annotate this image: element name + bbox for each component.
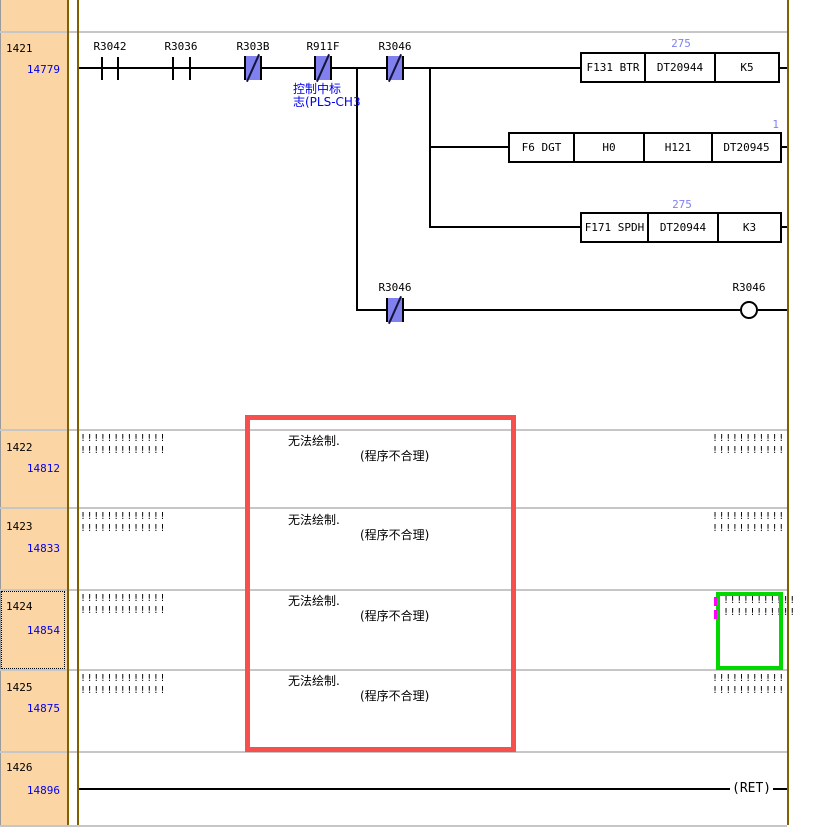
rung-number-1421[interactable]: 1421: [6, 42, 33, 55]
execution-count-badge: 1: [717, 118, 779, 131]
cursor-tick: [714, 597, 717, 606]
block-cell[interactable]: DT20945: [713, 134, 780, 161]
wire: [430, 226, 580, 228]
contact-bar: [117, 57, 119, 80]
block-cell[interactable]: H121: [645, 134, 713, 161]
exclamation-marks: !!!!!!!!!!!! !!!!!!!!!!!!: [712, 511, 791, 535]
contact-label: R3042: [82, 40, 138, 53]
step-number-14833: 14833: [0, 542, 60, 555]
ladder-editor-canvas: 1421 14779 1422 14812 1423 14833 1424 14…: [0, 0, 829, 831]
row-separator: [0, 825, 787, 827]
contact-label: R3046: [367, 281, 423, 294]
contact-bar: [189, 57, 191, 80]
step-number-14896: 14896: [0, 784, 60, 797]
function-block-F171[interactable]: F171 SPDH DT20944 K3: [580, 212, 782, 243]
right-power-rail: [787, 0, 789, 825]
block-cell[interactable]: F131 BTR: [582, 54, 646, 81]
ret-coil[interactable]: (RET): [730, 781, 773, 796]
contact-comment: 控制中标志(PLS-CH3: [293, 83, 361, 109]
nc-contact-R911F[interactable]: [314, 56, 332, 80]
exclamation-marks: !!!!!!!!!!!!! !!!!!!!!!!!!!: [80, 593, 166, 617]
rung-number-1426[interactable]: 1426: [6, 761, 33, 774]
nc-contact-R3046[interactable]: [386, 56, 404, 80]
row-separator: [0, 31, 787, 33]
wire: [758, 309, 787, 311]
wire: [79, 788, 735, 790]
sidebar-border-rail: [67, 0, 69, 825]
nc-slash-icon: [316, 54, 330, 82]
nc-slash-icon: [388, 54, 402, 82]
error-annotation-box: [245, 415, 516, 752]
wire: [780, 67, 787, 69]
highlight-selection-box: [716, 592, 783, 670]
comment-line1: 控制中标: [293, 82, 341, 96]
function-block-F131[interactable]: F131 BTR DT20944 K5: [580, 52, 780, 83]
block-cell[interactable]: K3: [719, 214, 780, 241]
cursor-tick: [714, 610, 717, 619]
rung-number-1422[interactable]: 1422: [6, 441, 33, 454]
contact-label: R3046: [367, 40, 423, 53]
block-cell[interactable]: F171 SPDH: [582, 214, 649, 241]
step-number-14812: 14812: [0, 462, 60, 475]
step-number-14779: 14779: [0, 63, 60, 76]
exclamation-marks: !!!!!!!!!!!! !!!!!!!!!!!!: [712, 673, 791, 697]
contact-bar: [101, 57, 103, 80]
block-cell[interactable]: F6 DGT: [510, 134, 575, 161]
exclamation-marks: !!!!!!!!!!!! !!!!!!!!!!!!: [712, 433, 791, 457]
exclamation-marks: !!!!!!!!!!!!! !!!!!!!!!!!!!: [80, 433, 166, 457]
output-coil-R3046[interactable]: [740, 301, 758, 319]
wire: [430, 146, 508, 148]
execution-count-badge: 275: [647, 198, 717, 211]
contact-label: R911F: [295, 40, 351, 53]
left-power-rail: [77, 0, 79, 825]
step-number-14875: 14875: [0, 702, 60, 715]
coil-label: R3046: [721, 281, 777, 294]
nc-slash-icon: [388, 296, 402, 324]
contact-label: R303B: [225, 40, 281, 53]
nc-contact-R3046-branch[interactable]: [386, 298, 404, 322]
function-block-F6[interactable]: F6 DGT H0 H121 DT20945: [508, 132, 782, 163]
wire: [357, 309, 740, 311]
contact-bar: [172, 57, 174, 80]
rung-number-1423[interactable]: 1423: [6, 520, 33, 533]
selected-rung-outline: [1, 591, 65, 669]
block-cell[interactable]: DT20944: [649, 214, 719, 241]
block-cell[interactable]: H0: [575, 134, 645, 161]
execution-count-badge: 275: [646, 37, 716, 50]
contact-label: R3036: [153, 40, 209, 53]
exclamation-marks: !!!!!!!!!!!!! !!!!!!!!!!!!!: [80, 511, 166, 535]
nc-contact-R303B[interactable]: [244, 56, 262, 80]
block-cell[interactable]: DT20944: [646, 54, 716, 81]
exclamation-marks: !!!!!!!!!!!!! !!!!!!!!!!!!!: [80, 673, 166, 697]
block-cell[interactable]: K5: [716, 54, 778, 81]
rung-number-1425[interactable]: 1425: [6, 681, 33, 694]
comment-line2: 志(PLS-CH3: [293, 95, 361, 109]
nc-slash-icon: [246, 54, 260, 82]
